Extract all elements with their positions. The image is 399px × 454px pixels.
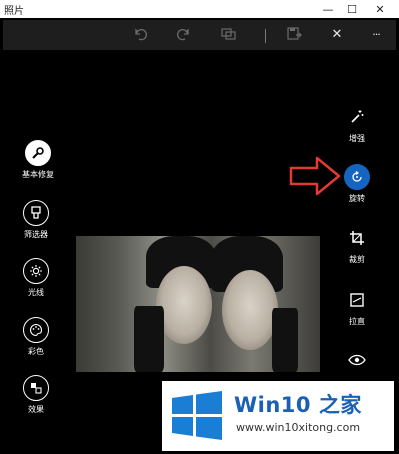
filter-icon: [23, 200, 49, 226]
highlight-arrow: [289, 156, 341, 200]
tool-label: 效果: [28, 405, 44, 414]
tool-effects[interactable]: 效果: [6, 375, 66, 415]
title-bar: 照片 — ☐ ✕: [0, 0, 399, 18]
close-window-button[interactable]: ✕: [366, 0, 394, 18]
tool-label: 筛选器: [24, 230, 48, 239]
rotate-icon: [344, 164, 370, 190]
tool-label: 光线: [28, 288, 44, 297]
crop-icon: [344, 225, 370, 251]
tool-light[interactable]: 光线: [6, 258, 66, 298]
app-title: 照片: [4, 6, 24, 17]
red-eye-icon: [344, 347, 370, 373]
brightness-icon: [23, 258, 49, 284]
watermark-brand: Win10 之家: [234, 393, 362, 417]
more-options-icon[interactable]: ···: [368, 27, 384, 43]
close-edit-icon[interactable]: ✕: [329, 27, 345, 43]
magic-wand-icon: [344, 104, 370, 130]
tool-color[interactable]: 彩色: [6, 317, 66, 357]
tool-label: 裁剪: [349, 255, 365, 264]
tool-basic-fix[interactable]: 基本修复: [8, 140, 68, 180]
undo-icon[interactable]: [133, 27, 149, 43]
straighten-icon: [344, 287, 370, 313]
watermark: Win10 之家 www.win10xitong.com: [162, 381, 394, 451]
toolbar-divider: [265, 29, 266, 43]
watermark-url: www.win10xitong.com: [236, 421, 361, 434]
tool-label: 拉直: [349, 317, 365, 326]
save-copy-icon[interactable]: [286, 27, 302, 43]
compare-icon[interactable]: [221, 27, 237, 43]
edit-toolbar: ✕ ···: [3, 20, 396, 50]
tool-straighten[interactable]: 拉直: [327, 287, 387, 327]
effects-icon: [23, 375, 49, 401]
wrench-icon: [25, 140, 51, 166]
palette-icon: [23, 317, 49, 343]
tool-label: 彩色: [28, 347, 44, 356]
tool-crop[interactable]: 裁剪: [327, 225, 387, 265]
photo-preview: [76, 236, 320, 372]
tool-red-eye[interactable]: [327, 347, 387, 373]
windows-logo-icon: [172, 391, 222, 440]
tool-label: 基本修复: [22, 170, 54, 179]
redo-icon[interactable]: [175, 27, 191, 43]
tool-label: 增强: [349, 134, 365, 143]
tool-enhance[interactable]: 增强: [327, 104, 387, 144]
maximize-button[interactable]: ☐: [338, 0, 366, 18]
tool-filters[interactable]: 筛选器: [6, 200, 66, 240]
